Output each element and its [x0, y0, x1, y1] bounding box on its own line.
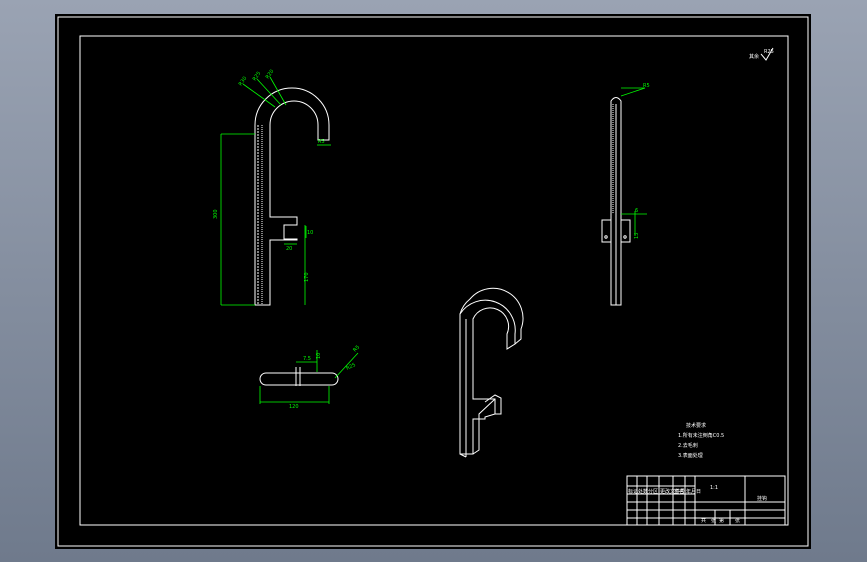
- dim-top-r: R5: [352, 344, 361, 353]
- drawing-sheet: 300 170 10 20 R5 R30 R25 R20 R5 6 15 7.5…: [55, 14, 811, 549]
- dim-top-h: 10: [316, 353, 322, 359]
- notes-title: 技术要求: [686, 422, 706, 429]
- dim-hook-inner-r: R5: [318, 139, 325, 145]
- side-view: R5 6 15: [601, 83, 650, 306]
- dim-slot-depth: 10: [307, 230, 313, 236]
- roughness-value: R25: [764, 49, 774, 55]
- inner-border: [79, 35, 789, 526]
- isometric-view: [459, 287, 524, 458]
- dim-r1: R30: [238, 76, 249, 88]
- tb-part-name: 挂钩: [757, 495, 767, 502]
- title-block: 标记 处数 分区 更改文件号 签名 年月日 1:1 挂钩 共 张 第 张: [626, 475, 786, 526]
- roughness-symbol: 其余 R25: [749, 47, 774, 61]
- tb-col-5: 年月日: [686, 488, 701, 495]
- notes-line-1: 1.所有未注倒角C0.5: [678, 432, 724, 439]
- dim-r3: R20: [265, 69, 276, 81]
- dim-r2: R25: [252, 71, 263, 83]
- tb-footer-1: 张: [711, 517, 716, 524]
- cad-drawing: 300 170 10 20 R5 R30 R25 R20 R5 6 15 7.5…: [57, 16, 809, 547]
- tb-col-4: 签名: [674, 488, 684, 495]
- dim-lower-segment: 170: [304, 272, 310, 282]
- dim-side-w: 6: [635, 208, 638, 214]
- tb-col-1: 处数: [638, 488, 648, 495]
- dim-top-r-b: R25: [345, 362, 356, 372]
- dim-slot-width: 20: [286, 246, 292, 252]
- technical-notes: 技术要求 1.所有未注倒角C0.5 2.去毛刺 3.表面处理: [678, 422, 724, 459]
- dim-side-h: 15: [634, 233, 640, 239]
- outer-border: [57, 16, 809, 547]
- front-view: 300 170 10 20 R5 R30 R25 R20: [213, 69, 331, 306]
- dim-top-offset: 7.5: [303, 356, 311, 362]
- dim-top-length: 120: [289, 404, 299, 410]
- top-view: 7.5 10 120 R5 R25: [259, 344, 361, 410]
- notes-line-3: 3.表面处理: [678, 452, 703, 459]
- tb-col-2: 分区: [648, 488, 658, 495]
- roughness-label: 其余: [749, 53, 759, 60]
- tb-footer-2: 第: [719, 517, 724, 524]
- tb-col-0: 标记: [628, 488, 638, 495]
- notes-line-2: 2.去毛刺: [678, 442, 698, 449]
- dim-side-r: R5: [643, 83, 650, 89]
- tb-footer-3: 张: [735, 517, 740, 524]
- tb-footer-0: 共: [701, 517, 706, 524]
- tb-scale: 1:1: [710, 485, 718, 491]
- dim-height-total: 300: [213, 209, 219, 219]
